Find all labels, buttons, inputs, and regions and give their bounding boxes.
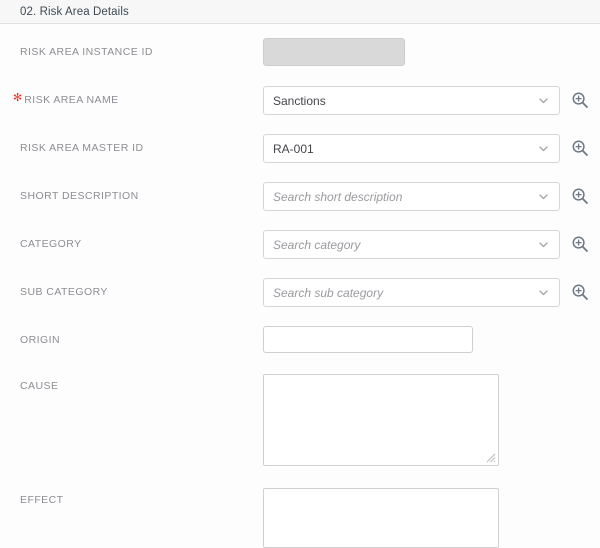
control-cell: Search short description (263, 182, 589, 211)
category-select[interactable]: Search category (263, 230, 560, 259)
risk-area-name-value: Sanctions (273, 94, 538, 108)
chevron-down-icon[interactable] (538, 287, 549, 298)
chevron-down-icon[interactable] (538, 143, 549, 154)
magnifier-plus-icon[interactable] (571, 283, 589, 301)
field-label-short-description: SHORT DESCRIPTION (20, 190, 139, 202)
magnifier-plus-icon[interactable] (571, 187, 589, 205)
field-label-effect: EFFECT (20, 494, 64, 506)
control-cell: Search category (263, 230, 589, 259)
control-cell (263, 374, 499, 466)
label-cell: CAUSE (0, 374, 263, 392)
label-cell: SUB CATEGORY (0, 278, 263, 306)
form-row-origin: ORIGIN (0, 326, 600, 374)
label-cell: ✻ RISK AREA NAME (0, 86, 263, 114)
form-row-risk-area-master-id: RISK AREA MASTER ID RA-001 (0, 134, 600, 182)
cause-textarea[interactable] (263, 374, 499, 466)
risk-area-master-id-select[interactable]: RA-001 (263, 134, 560, 163)
risk-area-instance-id-field (263, 38, 405, 66)
category-placeholder: Search category (273, 238, 538, 252)
label-cell: RISK AREA MASTER ID (0, 134, 263, 162)
risk-area-master-id-value: RA-001 (273, 142, 538, 156)
form-row-risk-area-name: ✻ RISK AREA NAME Sanctions (0, 86, 600, 134)
section-header: 02. Risk Area Details (0, 0, 600, 24)
short-description-select[interactable]: Search short description (263, 182, 560, 211)
field-label-risk-area-instance-id: RISK AREA INSTANCE ID (20, 46, 153, 58)
form-row-effect: EFFECT (0, 488, 600, 548)
label-cell: EFFECT (0, 488, 263, 506)
risk-area-name-select[interactable]: Sanctions (263, 86, 560, 115)
field-label-cause: CAUSE (20, 380, 58, 392)
section-title: 02. Risk Area Details (20, 6, 129, 18)
chevron-down-icon[interactable] (538, 191, 549, 202)
control-cell: Sanctions (263, 86, 589, 115)
short-description-placeholder: Search short description (273, 190, 538, 204)
resize-grip-icon[interactable] (485, 452, 496, 463)
form-row-cause: CAUSE (0, 374, 600, 488)
risk-area-details-form: RISK AREA INSTANCE ID ✻ RISK AREA NAME S… (0, 24, 600, 548)
magnifier-plus-icon[interactable] (571, 91, 589, 109)
control-cell (263, 488, 499, 548)
control-cell (263, 38, 405, 66)
magnifier-plus-icon[interactable] (571, 139, 589, 157)
effect-textarea[interactable] (263, 488, 499, 548)
field-label-risk-area-master-id: RISK AREA MASTER ID (20, 142, 144, 154)
field-label-category: CATEGORY (20, 238, 82, 250)
label-cell: CATEGORY (0, 230, 263, 258)
form-row-category: CATEGORY Search category (0, 230, 600, 278)
field-label-origin: ORIGIN (20, 334, 60, 346)
control-cell: Search sub category (263, 278, 589, 307)
chevron-down-icon[interactable] (538, 95, 549, 106)
form-row-risk-area-instance-id: RISK AREA INSTANCE ID (0, 38, 600, 86)
label-cell: SHORT DESCRIPTION (0, 182, 263, 210)
origin-input[interactable] (263, 326, 473, 353)
magnifier-plus-icon[interactable] (571, 235, 589, 253)
sub-category-placeholder: Search sub category (273, 286, 538, 300)
field-label-risk-area-name: RISK AREA NAME (24, 94, 118, 106)
chevron-down-icon[interactable] (538, 239, 549, 250)
form-row-short-description: SHORT DESCRIPTION Search short descripti… (0, 182, 600, 230)
label-cell: ORIGIN (0, 326, 263, 354)
control-cell (263, 326, 473, 353)
required-asterisk-icon: ✻ (13, 93, 22, 104)
sub-category-select[interactable]: Search sub category (263, 278, 560, 307)
field-label-sub-category: SUB CATEGORY (20, 286, 108, 298)
label-cell: RISK AREA INSTANCE ID (0, 38, 263, 66)
control-cell: RA-001 (263, 134, 589, 163)
form-row-sub-category: SUB CATEGORY Search sub category (0, 278, 600, 326)
